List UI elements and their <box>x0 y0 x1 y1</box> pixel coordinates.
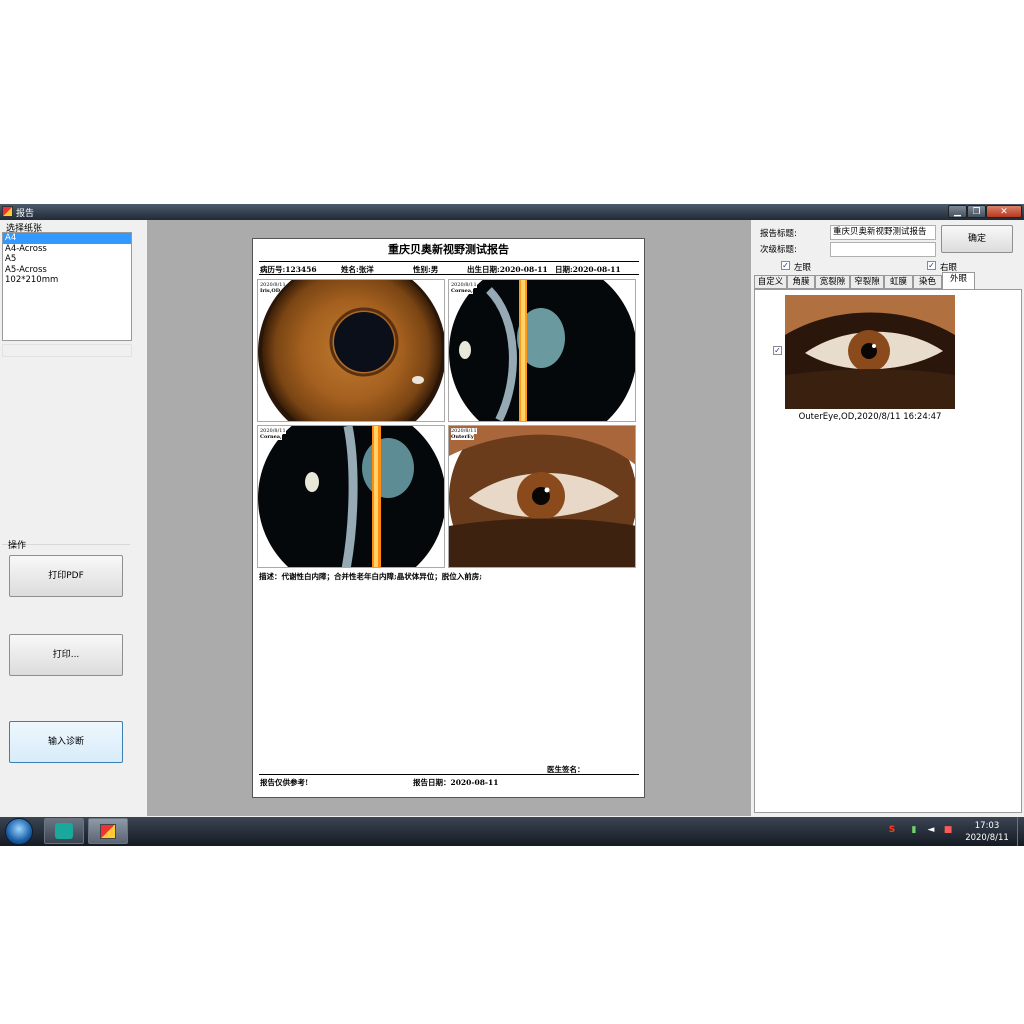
thumbnail-checkbox[interactable]: ✓ <box>773 346 782 355</box>
photo-cornea-1: 2020/8/11 Cornea, <box>448 279 636 422</box>
start-button[interactable] <box>5 818 33 845</box>
report-page: 重庆贝奥新视野测试报告 病历号:123456 姓名:张洋 性别:男 出生日期:2… <box>252 238 645 798</box>
window-title: 报告 <box>16 209 35 219</box>
report-app-icon <box>100 824 116 839</box>
paper-option[interactable]: A4 <box>3 233 131 244</box>
taskbar-app-eye[interactable] <box>44 818 84 844</box>
photo-label: OuterEy <box>451 434 474 440</box>
photo-label: Cornea, <box>260 434 282 440</box>
show-desktop-button[interactable] <box>1017 817 1024 846</box>
cornea-photo-image <box>258 426 444 567</box>
report-title-label: 报告标题: <box>760 229 797 239</box>
report-date: 报告日期：2020-08-11 <box>413 778 499 787</box>
app-icon <box>2 206 13 217</box>
diagnosis-description: 描述：代谢性白内障；合并性老年白内障;晶状体异位；脱位入前房; <box>259 572 483 581</box>
volume-icon[interactable]: ◄ <box>926 825 936 835</box>
input-diagnosis-button[interactable]: 输入诊断 <box>9 721 123 763</box>
close-button[interactable]: ✕ <box>986 205 1022 218</box>
left-eye-label: 左眼 <box>794 263 812 273</box>
outer-eye-photo-image <box>449 426 635 567</box>
footer-note: 报告仅供参考! <box>260 778 309 787</box>
confirm-button[interactable]: 确定 <box>941 225 1013 253</box>
tab-wide-slit[interactable]: 宽裂隙 <box>815 275 850 289</box>
right-eye-checkbox[interactable]: ✓ <box>927 261 936 270</box>
ops-label: 操作 <box>8 541 27 551</box>
paper-option[interactable]: A4-Across <box>3 244 131 255</box>
title-bar: 报告 ▁ ❐ ✕ <box>0 204 1024 220</box>
system-clock[interactable]: 17:03 2020/8/11 <box>958 820 1016 844</box>
input-method-icon[interactable]: S <box>887 825 897 835</box>
taskbar-app-report[interactable] <box>88 818 128 844</box>
tab-cornea[interactable]: 角膜 <box>787 275 815 289</box>
clock-date: 2020/8/11 <box>965 833 1009 843</box>
subtitle-label: 次级标题: <box>760 245 797 255</box>
subtitle-input[interactable] <box>830 242 936 257</box>
tab-narrow-slit[interactable]: 窄裂隙 <box>850 275 884 289</box>
header-rule-bottom <box>259 274 639 275</box>
photo-cornea-2: 2020/8/11 Cornea, <box>257 425 445 568</box>
thumbnail-caption: OuterEye,OD,2020/8/11 16:24:47 <box>798 412 942 422</box>
photo-label: Cornea, <box>451 288 473 294</box>
iris-photo-image <box>258 280 444 421</box>
taskbar: S ▮ ◄ ■ 17:03 2020/8/11 <box>0 817 1024 846</box>
photo-iris: 2020/8/11 Iris,OD, <box>257 279 445 422</box>
outer-eye-tab-panel: ✓ OuterEye,OD,2020/8/11 16:24:47 <box>754 289 1022 813</box>
tab-iris[interactable]: 虹膜 <box>884 275 913 289</box>
action-center-icon[interactable]: ■ <box>943 825 953 835</box>
report-title-input[interactable]: 重庆贝奥新视野测试报告 <box>830 225 936 240</box>
outer-eye-thumbnail-image <box>785 295 955 409</box>
header-rule-top <box>259 261 639 262</box>
print-button[interactable]: 打印... <box>9 634 123 676</box>
report-window: 报告 ▁ ❐ ✕ 选择纸张 A4 A4-Across A5 A5-Across … <box>0 204 1024 817</box>
footer-rule <box>259 774 639 775</box>
clock-time: 17:03 <box>974 821 1000 831</box>
paper-size-list[interactable]: A4 A4-Across A5 A5-Across 102*210mm <box>2 232 132 341</box>
report-title: 重庆贝奥新视野测试报告 <box>388 243 509 256</box>
left-eye-checkbox[interactable]: ✓ <box>781 261 790 270</box>
tab-stain[interactable]: 染色 <box>913 275 942 289</box>
paper-list-footer <box>2 344 132 357</box>
network-icon[interactable]: ▮ <box>909 825 919 835</box>
cornea-photo-image <box>449 280 635 421</box>
print-pdf-button[interactable]: 打印PDF <box>9 555 123 597</box>
tab-outer-eye[interactable]: 外眼 <box>942 272 975 289</box>
paper-option[interactable]: 102*210mm <box>3 275 131 286</box>
minimize-button[interactable]: ▁ <box>948 205 967 218</box>
outer-eye-thumbnail[interactable] <box>785 295 955 409</box>
maximize-button[interactable]: ❐ <box>967 205 986 218</box>
photo-outer-eye: 2020/8/11 OuterEy <box>448 425 636 568</box>
paper-option[interactable]: A5-Across <box>3 265 131 276</box>
tab-custom[interactable]: 自定义 <box>754 275 787 289</box>
paper-option[interactable]: A5 <box>3 254 131 265</box>
eye-app-icon <box>55 823 73 839</box>
